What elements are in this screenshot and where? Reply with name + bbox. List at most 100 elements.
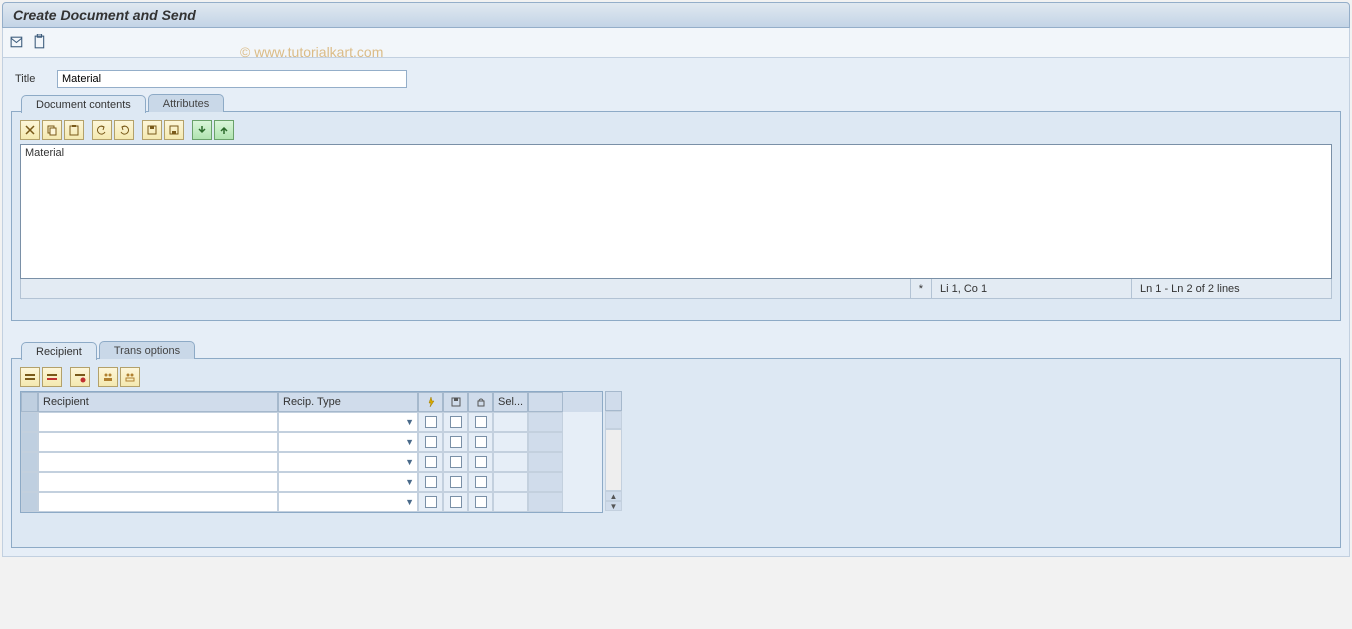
column-blind-copy[interactable] (468, 392, 493, 412)
padding-cell (528, 412, 563, 432)
sel-cell[interactable] (493, 472, 528, 492)
main-panel: Title Document contents Attributes Mater… (2, 58, 1350, 557)
status-line-range: Ln 1 - Ln 2 of 2 lines (1131, 279, 1331, 298)
table-row: ▼ (21, 492, 602, 512)
table-row: ▼ (21, 412, 602, 432)
column-copy[interactable] (443, 392, 468, 412)
padding-cell (528, 432, 563, 452)
recip-type-select[interactable]: ▼ (278, 432, 418, 452)
row-selector[interactable] (21, 492, 38, 512)
sel-cell[interactable] (493, 432, 528, 452)
import-icon[interactable] (192, 120, 212, 140)
insert-row-icon[interactable] (20, 367, 40, 387)
editor-box[interactable]: Material (20, 144, 1332, 279)
express-checkbox[interactable] (418, 472, 443, 492)
row-selector[interactable] (21, 452, 38, 472)
address-book-icon[interactable] (120, 367, 140, 387)
blind-checkbox[interactable] (468, 432, 493, 452)
table-row: ▼ (21, 432, 602, 452)
express-checkbox[interactable] (418, 412, 443, 432)
attachment-icon[interactable] (32, 34, 49, 51)
table-row: ▼ (21, 472, 602, 492)
chevron-down-icon[interactable]: ▼ (405, 497, 414, 507)
editor-toolbar (20, 120, 1332, 140)
editor-content: Material (21, 145, 1331, 161)
recipient-input[interactable] (38, 472, 278, 492)
table-scrollbar[interactable]: ▲ ▼ (605, 391, 622, 513)
title-input[interactable] (57, 70, 407, 88)
save-icon[interactable] (142, 120, 162, 140)
row-selector[interactable] (21, 412, 38, 432)
sel-cell[interactable] (493, 452, 528, 472)
export-icon[interactable] (214, 120, 234, 140)
undo-icon[interactable] (92, 120, 112, 140)
padding-cell (528, 472, 563, 492)
express-checkbox[interactable] (418, 432, 443, 452)
title-row: Title (15, 70, 1341, 88)
recip-type-select[interactable]: ▼ (278, 452, 418, 472)
chevron-down-icon[interactable]: ▼ (405, 457, 414, 467)
document-contents-panel: Material * Li 1, Co 1 Ln 1 - Ln 2 of 2 l… (11, 111, 1341, 321)
recipient-input[interactable] (38, 412, 278, 432)
table-row: ▼ (21, 452, 602, 472)
titlebar: Create Document and Send (2, 2, 1350, 28)
dist-list-icon[interactable] (98, 367, 118, 387)
copy-checkbox[interactable] (443, 472, 468, 492)
column-recipient[interactable]: Recipient (38, 392, 278, 412)
tab-document-contents[interactable]: Document contents (21, 95, 146, 113)
recip-type-select[interactable]: ▼ (278, 472, 418, 492)
tab-trans-options[interactable]: Trans options (99, 341, 195, 359)
padding-cell (528, 452, 563, 472)
column-selector[interactable] (21, 392, 38, 412)
chevron-down-icon[interactable]: ▼ (405, 437, 414, 447)
tab-attributes[interactable]: Attributes (148, 94, 224, 112)
title-label: Title (15, 73, 57, 85)
recipient-panel: Recipient Recip. Type Sel... ▼ (11, 358, 1341, 548)
column-recip-type[interactable]: Recip. Type (278, 392, 418, 412)
send-icon[interactable] (9, 34, 26, 51)
blind-checkbox[interactable] (468, 412, 493, 432)
copy-checkbox[interactable] (443, 452, 468, 472)
editor-status-row: * Li 1, Co 1 Ln 1 - Ln 2 of 2 lines (20, 279, 1332, 299)
recipient-input[interactable] (38, 452, 278, 472)
lower-tabstrip: Recipient Trans options (21, 341, 1341, 359)
column-sel[interactable]: Sel... (493, 392, 528, 412)
window-title: Create Document and Send (13, 7, 196, 23)
recipient-input[interactable] (38, 492, 278, 512)
paste-icon[interactable] (64, 120, 84, 140)
app-toolbar (2, 28, 1350, 58)
row-selector[interactable] (21, 472, 38, 492)
column-padding (528, 392, 563, 412)
table-header-row: Recipient Recip. Type Sel... (21, 392, 602, 412)
upper-tabstrip: Document contents Attributes (21, 94, 1341, 112)
delete-row-icon[interactable] (42, 367, 62, 387)
row-selector[interactable] (21, 432, 38, 452)
copy-recip-icon[interactable] (70, 367, 90, 387)
chevron-down-icon[interactable]: ▼ (405, 417, 414, 427)
column-express[interactable] (418, 392, 443, 412)
sel-cell[interactable] (493, 412, 528, 432)
blind-checkbox[interactable] (468, 472, 493, 492)
express-checkbox[interactable] (418, 492, 443, 512)
copy-checkbox[interactable] (443, 432, 468, 452)
chevron-down-icon[interactable]: ▼ (405, 477, 414, 487)
status-cursor-pos: Li 1, Co 1 (931, 279, 1131, 298)
load-local-icon[interactable] (164, 120, 184, 140)
blind-checkbox[interactable] (468, 452, 493, 472)
recip-type-select[interactable]: ▼ (278, 412, 418, 432)
copy-checkbox[interactable] (443, 492, 468, 512)
padding-cell (528, 492, 563, 512)
tab-recipient[interactable]: Recipient (21, 342, 97, 360)
express-checkbox[interactable] (418, 452, 443, 472)
recipient-input[interactable] (38, 432, 278, 452)
recipient-table: Recipient Recip. Type Sel... ▼ (20, 391, 603, 513)
redo-icon[interactable] (114, 120, 134, 140)
copy-checkbox[interactable] (443, 412, 468, 432)
recip-type-select[interactable]: ▼ (278, 492, 418, 512)
cut-icon[interactable] (20, 120, 40, 140)
status-modified: * (910, 279, 931, 298)
recipient-toolbar (20, 367, 1332, 387)
copy-icon[interactable] (42, 120, 62, 140)
sel-cell[interactable] (493, 492, 528, 512)
blind-checkbox[interactable] (468, 492, 493, 512)
